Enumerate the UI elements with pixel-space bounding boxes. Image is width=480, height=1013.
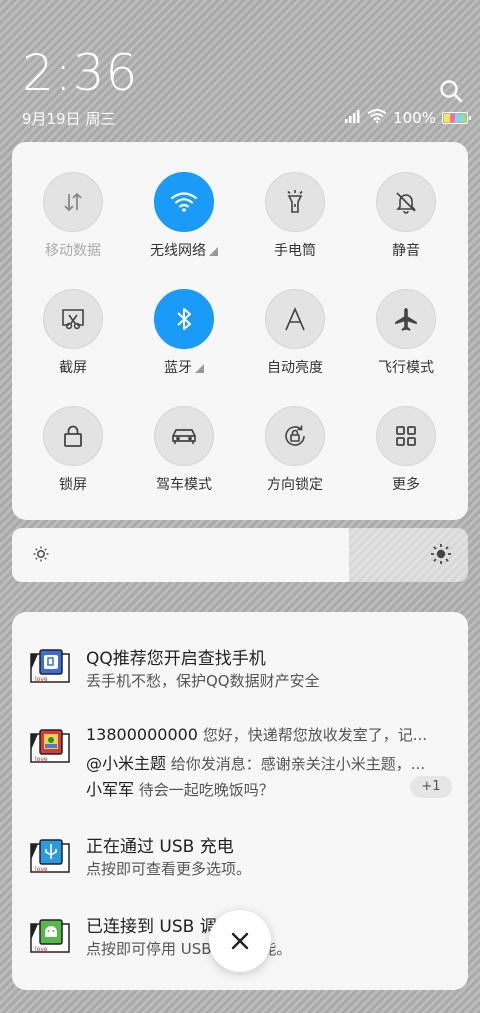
search-icon[interactable]: [438, 78, 464, 104]
quick-setting-car[interactable]: 驾车模式: [129, 406, 239, 494]
quick-setting-label: 蓝牙: [129, 357, 239, 377]
quick-settings-panel: 移动数据 无线网络 手电筒 静音截屏 蓝牙 自动亮度 飞行模式锁屏 驾车模式 方向锁定 更多: [12, 142, 468, 520]
svg-text:love: love: [35, 756, 48, 763]
brightness-high-icon: [430, 543, 452, 569]
quick-setting-label: 自动亮度: [267, 360, 323, 376]
quick-setting-screenshot[interactable]: 截屏: [18, 289, 128, 377]
quick-setting-label: 飞行模式: [378, 360, 434, 376]
notification-qq-find-phone[interactable]: love QQ推荐您开启查找手机 丢手机不愁，保护QQ数据财产安全: [12, 612, 468, 712]
more-messages-badge[interactable]: +1: [410, 776, 452, 798]
message-text: 待会一起吃晚饭吗？: [138, 781, 274, 799]
message-sender: 13800000000: [86, 725, 198, 744]
quick-setting-label: 驾车模式: [156, 477, 212, 493]
close-icon: [231, 932, 249, 950]
message-row: 13800000000 您好，快递帮您放收发室了，记...: [86, 724, 446, 745]
quick-setting-grid[interactable]: 更多: [351, 406, 461, 494]
flashlight-icon[interactable]: [265, 172, 325, 232]
quick-setting-label: 更多: [392, 477, 420, 493]
android-icon: love: [30, 918, 72, 956]
battery-icon: [442, 112, 471, 124]
notification-text: 点按即可查看更多选项。: [86, 860, 252, 878]
usb-icon: love: [30, 838, 72, 876]
quick-setting-lock[interactable]: 锁屏: [18, 406, 128, 494]
quick-setting-wifi[interactable]: 无线网络: [129, 172, 239, 260]
battery-percent: 100%: [393, 109, 436, 127]
brightness-low-icon: [32, 545, 50, 567]
message-row: @小米主题 给你发消息：感谢亲关注小米主题，...: [86, 750, 446, 774]
notification-text: 丢手机不愁，保护QQ数据财产安全: [86, 672, 320, 690]
quick-setting-airplane[interactable]: 飞行模式: [351, 289, 461, 377]
svg-text:love: love: [35, 946, 48, 953]
wifi-icon[interactable]: [154, 172, 214, 232]
qq-message-icon: love: [30, 728, 72, 766]
car-icon[interactable]: [154, 406, 214, 466]
quick-setting-label: 截屏: [59, 360, 87, 376]
lock-icon[interactable]: [43, 406, 103, 466]
airplane-icon[interactable]: [376, 289, 436, 349]
brightness-slider[interactable]: [12, 528, 468, 582]
wifi-status-icon: [367, 109, 387, 127]
quick-setting-label: 锁屏: [59, 477, 87, 493]
brightness-level: [12, 528, 350, 582]
message-text: 您好，快递帮您放收发室了，记...: [202, 726, 428, 744]
notification-title: 正在通过 USB 充电: [86, 837, 234, 857]
expand-indicator-icon: [209, 247, 218, 256]
notification-usb-charging[interactable]: love 正在通过 USB 充电 点按即可查看更多选项。: [12, 812, 468, 898]
quick-setting-label: 手电筒: [274, 243, 316, 259]
svg-text:love: love: [35, 866, 48, 873]
quick-setting-label: 静音: [392, 243, 420, 259]
signal-icon: [345, 109, 361, 127]
quick-setting-label: 无线网络: [129, 240, 239, 260]
status-bar: 100%: [345, 108, 471, 128]
date: 9月19日 周三: [22, 110, 116, 128]
clear-all-button[interactable]: [209, 910, 271, 972]
qq-security-icon: love: [30, 648, 72, 686]
quick-setting-mute-bell[interactable]: 静音: [351, 172, 461, 260]
message-text: 给你发消息：感谢亲关注小米主题，...: [170, 755, 426, 773]
rotation-lock-icon[interactable]: [265, 406, 325, 466]
quick-setting-bluetooth[interactable]: 蓝牙: [129, 289, 239, 377]
quick-setting-label: 方向锁定: [267, 477, 323, 493]
notification-qq-messages[interactable]: love 13800000000 您好，快递帮您放收发室了，记... @小米主题…: [12, 712, 468, 812]
mute-bell-icon[interactable]: [376, 172, 436, 232]
auto-brightness-icon[interactable]: [265, 289, 325, 349]
message-row: 小军军 待会一起吃晚饭吗？: [86, 776, 446, 800]
expand-indicator-icon: [195, 364, 204, 373]
quick-setting-label: 移动数据: [45, 243, 101, 259]
quick-setting-flashlight[interactable]: 手电筒: [240, 172, 350, 260]
quick-setting-rotation-lock[interactable]: 方向锁定: [240, 406, 350, 494]
grid-icon[interactable]: [376, 406, 436, 466]
svg-text:love: love: [35, 676, 48, 683]
notification-title: QQ推荐您开启查找手机: [86, 649, 266, 669]
message-sender: 小军军: [86, 780, 135, 799]
screenshot-icon[interactable]: [43, 289, 103, 349]
mobile-data-icon[interactable]: [43, 172, 103, 232]
bluetooth-icon[interactable]: [154, 289, 214, 349]
quick-setting-auto-brightness[interactable]: 自动亮度: [240, 289, 350, 377]
clock: 2:36: [22, 44, 139, 102]
message-sender: @小米主题: [86, 754, 167, 773]
quick-setting-mobile-data[interactable]: 移动数据: [18, 172, 128, 260]
